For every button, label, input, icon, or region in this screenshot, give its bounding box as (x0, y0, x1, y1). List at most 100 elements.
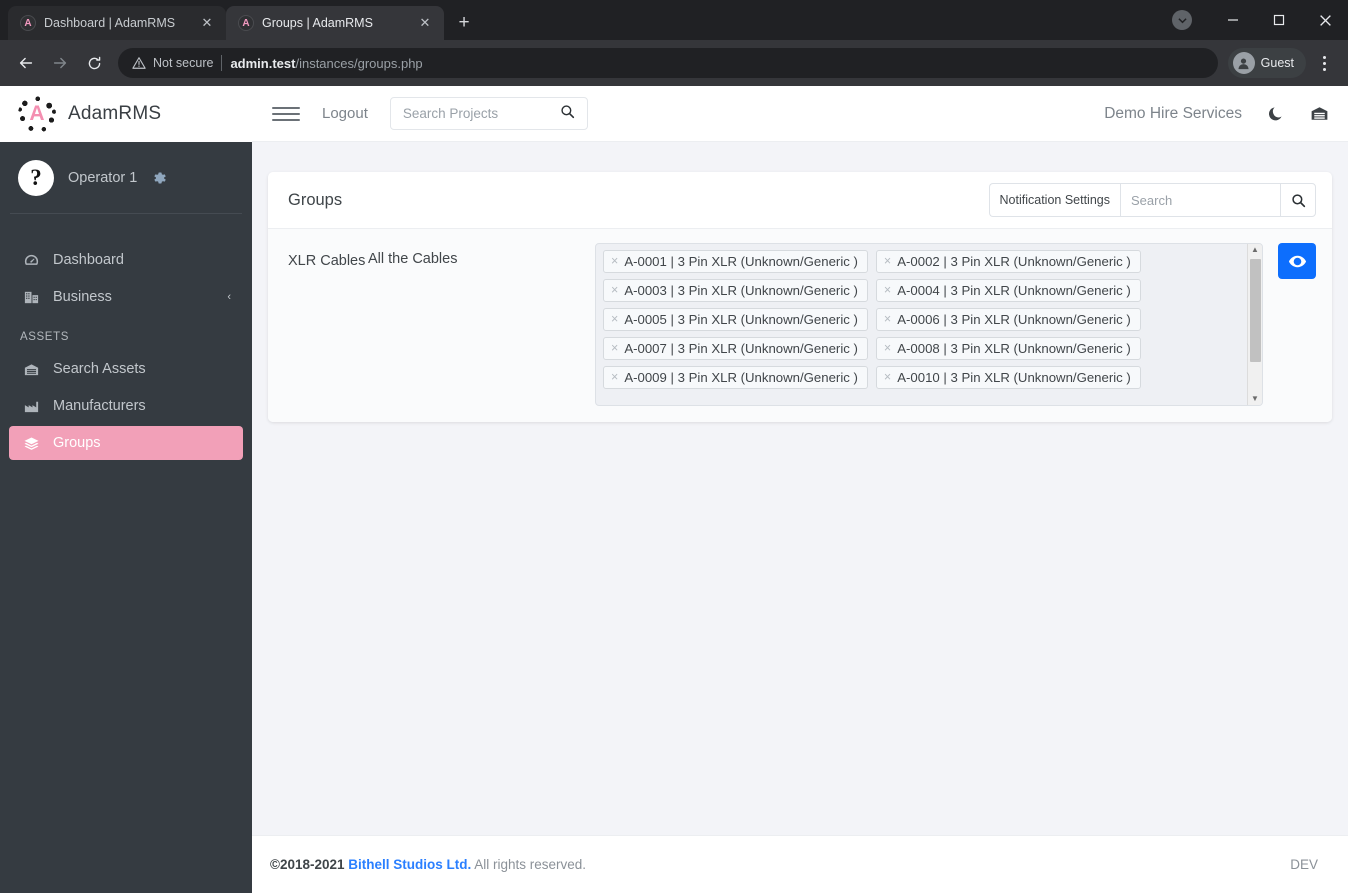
sidebar: A AdamRMS ? Operator 1 Das (0, 86, 252, 893)
browser-window: A Dashboard | AdamRMS ✕ A Groups | AdamR… (0, 0, 1348, 893)
asset-chip-label: A-0007 | 3 Pin XLR (Unknown/Generic ) (624, 341, 858, 356)
hamburger-icon[interactable] (272, 107, 300, 121)
asset-chip[interactable]: × A-0005 | 3 Pin XLR (Unknown/Generic ) (603, 308, 868, 331)
sidebar-item-search-assets[interactable]: Search Assets (9, 352, 243, 386)
window-maximize-button[interactable] (1256, 0, 1302, 40)
logout-link[interactable]: Logout (322, 105, 368, 122)
brand-header[interactable]: A AdamRMS (0, 86, 252, 142)
asset-chip[interactable]: ×A-0008 | 3 Pin XLR (Unknown/Generic ) (876, 337, 1141, 360)
card-header: Groups Notification Settings Search (268, 172, 1332, 229)
asset-chip[interactable]: × A-0004 | 3 Pin XLR (Unknown/Generic ) (876, 279, 1141, 302)
chip-remove-icon[interactable]: × (884, 371, 891, 384)
asset-chip-label: A-0006 | 3 Pin XLR (Unknown/Generic ) (897, 312, 1131, 327)
search-submit-button[interactable] (1280, 183, 1316, 217)
card-header-actions: Notification Settings Search (989, 183, 1316, 217)
chip-remove-icon[interactable]: × (884, 313, 891, 326)
warning-triangle-icon (132, 56, 146, 70)
search-input[interactable]: Search (1120, 183, 1280, 217)
asset-chip-label: A-0010 | 3 Pin XLR (Unknown/Generic ) (897, 370, 1131, 385)
footer-rights: All rights reserved. (471, 857, 586, 872)
asset-chip[interactable]: × A-0010 | 3 Pin XLR (Unknown/Generic ) (876, 366, 1141, 389)
chevron-down-icon[interactable] (1172, 10, 1192, 30)
url-path: /instances/groups.php (295, 56, 422, 71)
browser-tab-dashboard[interactable]: A Dashboard | AdamRMS ✕ (8, 6, 226, 40)
main-area: Logout Search Projects Demo Hire Service… (252, 86, 1348, 893)
chip-remove-icon[interactable]: × (611, 284, 618, 297)
sidebar-item-dashboard[interactable]: Dashboard (9, 243, 243, 277)
adamrms-favicon-icon: A (238, 15, 254, 31)
asset-chip[interactable]: × A-0007 | 3 Pin XLR (Unknown/Generic ) (603, 337, 868, 360)
eye-icon (1288, 252, 1307, 271)
back-button-icon[interactable] (10, 47, 42, 79)
chip-remove-icon[interactable]: × (884, 255, 891, 268)
organisation-name[interactable]: Demo Hire Services (1104, 105, 1242, 123)
profile-button[interactable]: Guest (1228, 48, 1306, 78)
omnibox-divider (221, 55, 222, 71)
sidebar-item-business[interactable]: Business ‹ (9, 280, 243, 314)
view-group-button[interactable] (1278, 243, 1316, 279)
adamrms-logo-icon: A (18, 95, 56, 133)
group-assets-select[interactable]: × A-0001 | 3 Pin XLR (Unknown/Generic ) ×… (595, 243, 1263, 406)
address-bar[interactable]: Not secure admin.test/instances/groups.p… (118, 48, 1218, 78)
factory-icon (21, 398, 41, 415)
tab-close-icon[interactable]: ✕ (416, 14, 434, 32)
browser-menu-icon[interactable] (1310, 47, 1338, 79)
window-minimize-button[interactable] (1210, 0, 1256, 40)
chip-remove-icon[interactable]: × (611, 313, 618, 326)
profile-label: Guest (1261, 56, 1294, 70)
moon-icon[interactable] (1266, 104, 1285, 123)
tab-title: Dashboard | AdamRMS (44, 16, 190, 30)
asset-chip-label: A-0005 | 3 Pin XLR (Unknown/Generic ) (624, 312, 858, 327)
sidebar-item-label: Manufacturers (53, 398, 146, 414)
assets-scrollbar[interactable]: ▲ ▼ (1247, 244, 1262, 405)
chip-remove-icon[interactable]: × (611, 371, 618, 384)
adamrms-favicon-icon: A (20, 15, 36, 31)
browser-tab-groups[interactable]: A Groups | AdamRMS ✕ (226, 6, 444, 40)
scrollbar-thumb[interactable] (1250, 259, 1261, 362)
tab-title: Groups | AdamRMS (262, 16, 408, 30)
project-search-field[interactable]: Search Projects (390, 97, 588, 130)
page-viewport: A AdamRMS ? Operator 1 Das (0, 86, 1348, 893)
asset-chip-list: × A-0001 | 3 Pin XLR (Unknown/Generic ) ×… (596, 244, 1248, 395)
asset-chip[interactable]: × A-0009 | 3 Pin XLR (Unknown/Generic ) (603, 366, 868, 389)
new-tab-button[interactable]: + (450, 9, 478, 37)
asset-chip-label: A-0001 | 3 Pin XLR (Unknown/Generic ) (624, 254, 858, 269)
project-search-placeholder: Search Projects (403, 106, 560, 121)
asset-chip[interactable]: × A-0001 | 3 Pin XLR (Unknown/Generic ) (603, 250, 868, 273)
brand-name: AdamRMS (68, 103, 161, 125)
env-badge: DEV (1290, 857, 1318, 872)
not-secure-indicator[interactable]: Not secure (132, 56, 213, 70)
user-row[interactable]: ? Operator 1 (0, 160, 252, 196)
sidebar-item-manufacturers[interactable]: Manufacturers (9, 389, 243, 423)
chip-remove-icon[interactable]: × (611, 255, 618, 268)
sidebar-user-block: ? Operator 1 (0, 142, 252, 230)
asset-chip-label: A-0004 | 3 Pin XLR (Unknown/Generic ) (897, 283, 1131, 298)
asset-chip-label: A-0003 | 3 Pin XLR (Unknown/Generic ) (624, 283, 858, 298)
notification-settings-button[interactable]: Notification Settings (989, 183, 1120, 217)
reload-button-icon[interactable] (78, 47, 110, 79)
asset-chip-label: A-0009 | 3 Pin XLR (Unknown/Generic ) (624, 370, 858, 385)
chip-remove-icon[interactable]: × (611, 342, 618, 355)
warehouse-icon[interactable] (1309, 103, 1330, 124)
footer-company-link[interactable]: Bithell Studios Ltd. (348, 857, 471, 872)
scroll-up-icon[interactable]: ▲ (1251, 246, 1259, 254)
url-host: admin.test (230, 56, 295, 71)
sidebar-nav: Dashboard Business ‹ ASSETS Search Asset… (0, 230, 252, 463)
gear-icon[interactable] (151, 170, 167, 186)
group-description: All the Cables (368, 243, 595, 267)
asset-chip[interactable]: × A-0003 | 3 Pin XLR (Unknown/Generic ) (603, 279, 868, 302)
forward-button-icon[interactable] (44, 47, 76, 79)
footer-years: ©2018-2021 (270, 857, 348, 872)
page-content: Groups Notification Settings Search (252, 142, 1348, 835)
tab-close-icon[interactable]: ✕ (198, 14, 216, 32)
asset-chip[interactable]: ×A-0002 | 3 Pin XLR (Unknown/Generic ) (876, 250, 1141, 273)
window-close-button[interactable] (1302, 0, 1348, 40)
groups-card: Groups Notification Settings Search (268, 172, 1332, 422)
scroll-down-icon[interactable]: ▼ (1251, 395, 1259, 403)
search-icon[interactable] (560, 104, 575, 124)
chip-remove-icon[interactable]: × (884, 284, 891, 297)
window-controls (1172, 0, 1348, 40)
chip-remove-icon[interactable]: × (884, 342, 891, 355)
sidebar-item-groups[interactable]: Groups (9, 426, 243, 460)
asset-chip[interactable]: × A-0006 | 3 Pin XLR (Unknown/Generic ) (876, 308, 1141, 331)
